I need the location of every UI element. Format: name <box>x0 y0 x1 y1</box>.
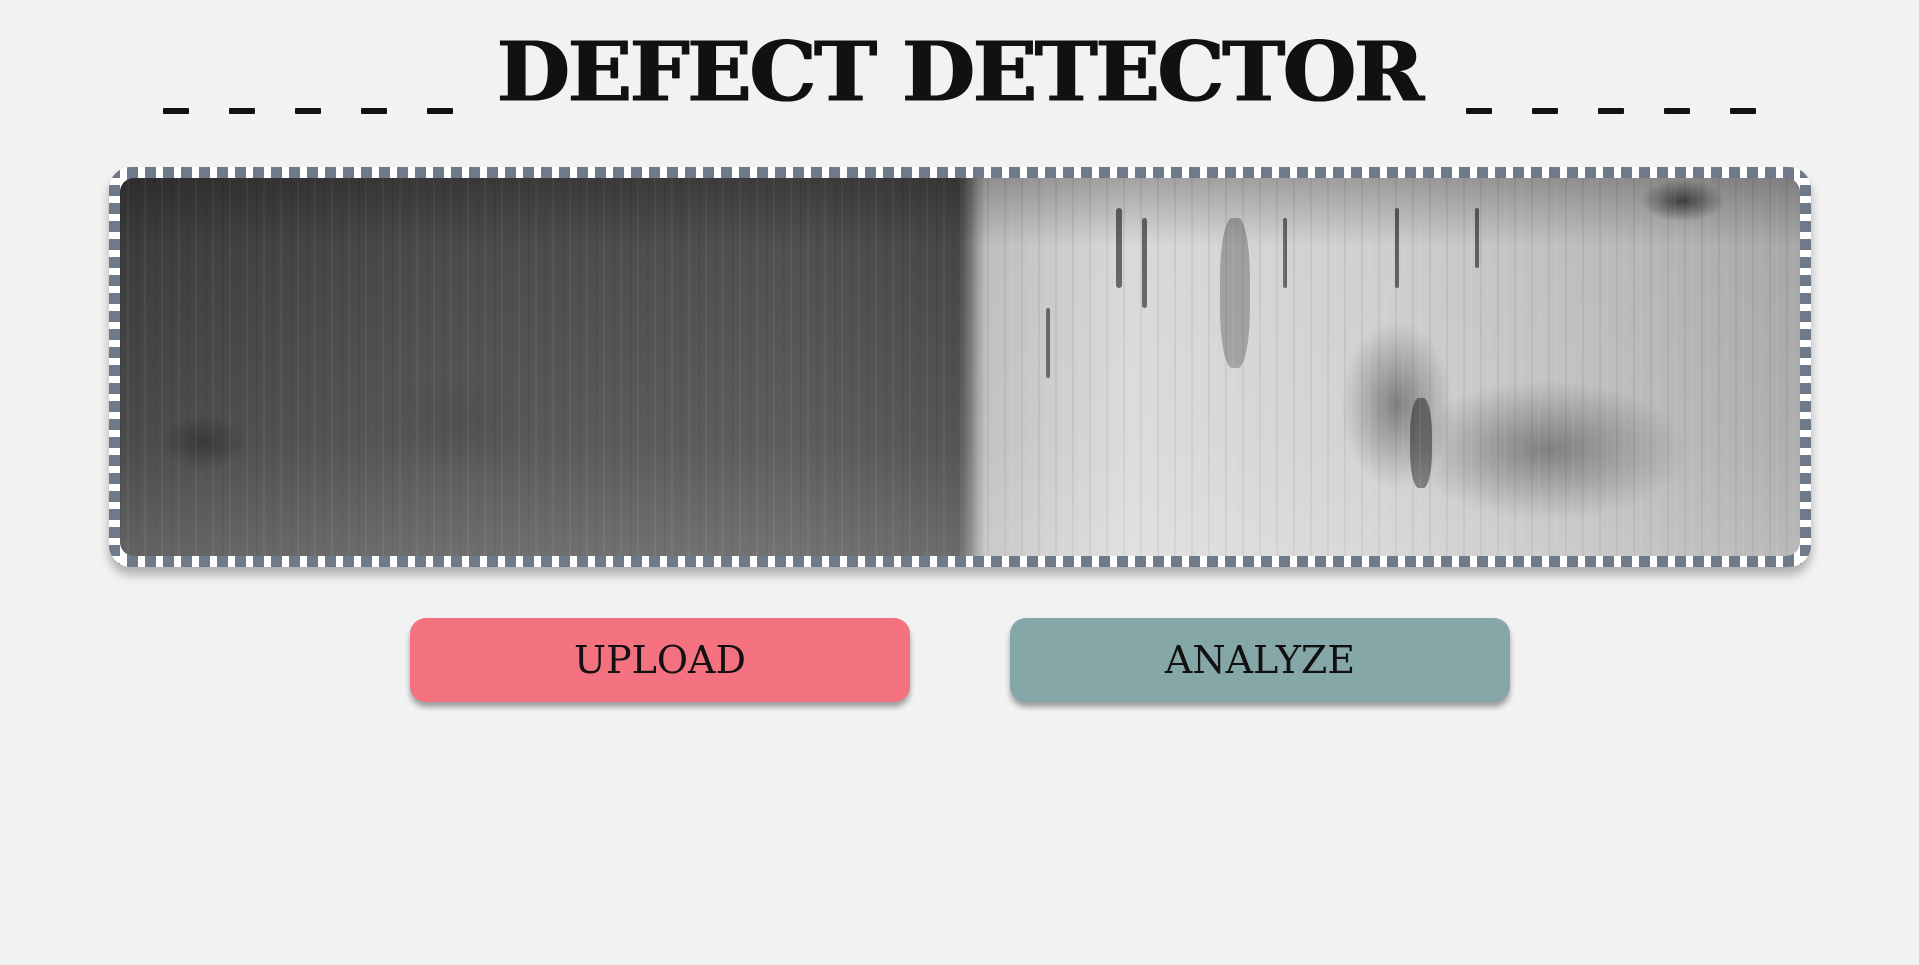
upload-button[interactable]: UPLOAD <box>410 618 910 702</box>
analyze-button-label: ANALYZE <box>1164 638 1356 682</box>
dash <box>163 108 190 114</box>
image-texture <box>1283 218 1287 288</box>
dash <box>295 108 322 114</box>
image-texture <box>1410 398 1432 488</box>
dash <box>1531 108 1558 114</box>
image-texture <box>1475 208 1479 268</box>
analyze-button[interactable]: ANALYZE <box>1010 618 1510 702</box>
image-texture <box>1116 208 1122 288</box>
dash <box>427 108 454 114</box>
steel-surface-image <box>120 178 1800 556</box>
image-texture <box>1220 218 1250 368</box>
page-title: DEFECT DETECTOR <box>497 23 1424 121</box>
image-texture <box>1046 308 1050 378</box>
dash <box>1597 108 1624 114</box>
image-texture <box>1142 218 1147 308</box>
action-buttons: UPLOAD ANALYZE <box>0 618 1919 704</box>
dash <box>1729 108 1756 114</box>
right-dash-decoration <box>1465 32 1756 122</box>
dash <box>229 108 256 114</box>
image-preview-frame <box>109 167 1811 567</box>
page-header: DEFECT DETECTOR <box>0 22 1919 122</box>
dash <box>1465 108 1492 114</box>
upload-button-label: UPLOAD <box>574 638 746 682</box>
dash <box>1663 108 1690 114</box>
left-dash-decoration <box>163 32 454 122</box>
image-texture <box>1395 208 1399 288</box>
dash <box>361 108 388 114</box>
